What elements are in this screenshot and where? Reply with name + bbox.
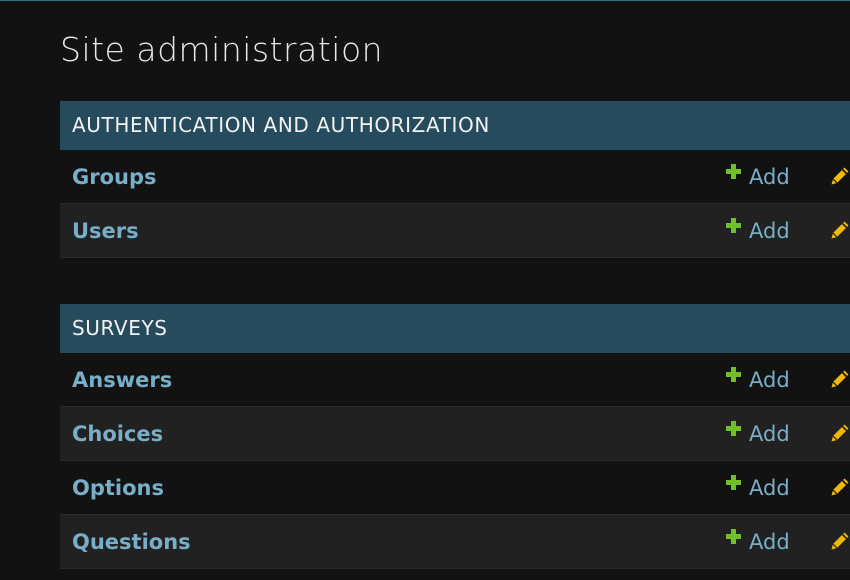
change-questions-link[interactable]	[830, 515, 850, 569]
add-choices-link[interactable]: Add	[726, 407, 790, 461]
model-link-questions[interactable]: Questions	[72, 515, 191, 569]
model-link-answers[interactable]: Answers	[72, 353, 172, 407]
plus-icon	[726, 218, 741, 233]
page-title: Site administration	[60, 30, 384, 69]
add-options-link[interactable]: Add	[726, 461, 790, 515]
module-caption[interactable]: SURVEYS	[60, 304, 850, 353]
module-caption[interactable]: AUTHENTICATION AND AUTHORIZATION	[60, 101, 850, 150]
add-label: Add	[749, 219, 790, 243]
add-answers-link[interactable]: Add	[726, 353, 790, 407]
add-questions-link[interactable]: Add	[726, 515, 790, 569]
model-row-answers: Answers Add	[60, 353, 850, 407]
add-label: Add	[749, 530, 790, 554]
plus-icon	[726, 421, 741, 436]
pencil-icon	[831, 424, 849, 442]
plus-icon	[726, 367, 741, 382]
model-row-groups: Groups Add	[60, 150, 850, 204]
pencil-icon	[831, 478, 849, 496]
change-users-link[interactable]	[830, 204, 850, 258]
model-row-users: Users Add	[60, 204, 850, 258]
model-link-groups[interactable]: Groups	[72, 150, 157, 204]
plus-icon	[726, 475, 741, 490]
model-link-choices[interactable]: Choices	[72, 407, 163, 461]
plus-icon	[726, 164, 741, 179]
module-surveys: SURVEYS Answers Add Choices Add Options …	[60, 304, 850, 569]
add-groups-link[interactable]: Add	[726, 150, 790, 204]
add-label: Add	[749, 476, 790, 500]
model-link-options[interactable]: Options	[72, 461, 164, 515]
plus-icon	[726, 529, 741, 544]
change-groups-link[interactable]	[830, 150, 850, 204]
change-answers-link[interactable]	[830, 353, 850, 407]
pencil-icon	[831, 532, 849, 550]
add-label: Add	[749, 422, 790, 446]
top-border	[0, 0, 850, 1]
model-row-questions: Questions Add	[60, 515, 850, 569]
model-row-options: Options Add	[60, 461, 850, 515]
change-options-link[interactable]	[830, 461, 850, 515]
add-users-link[interactable]: Add	[726, 204, 790, 258]
pencil-icon	[831, 167, 849, 185]
change-choices-link[interactable]	[830, 407, 850, 461]
add-label: Add	[749, 368, 790, 392]
pencil-icon	[831, 221, 849, 239]
model-row-choices: Choices Add	[60, 407, 850, 461]
model-link-users[interactable]: Users	[72, 204, 139, 258]
pencil-icon	[831, 370, 849, 388]
module-authentication-and-authorization: AUTHENTICATION AND AUTHORIZATION Groups …	[60, 101, 850, 258]
add-label: Add	[749, 165, 790, 189]
